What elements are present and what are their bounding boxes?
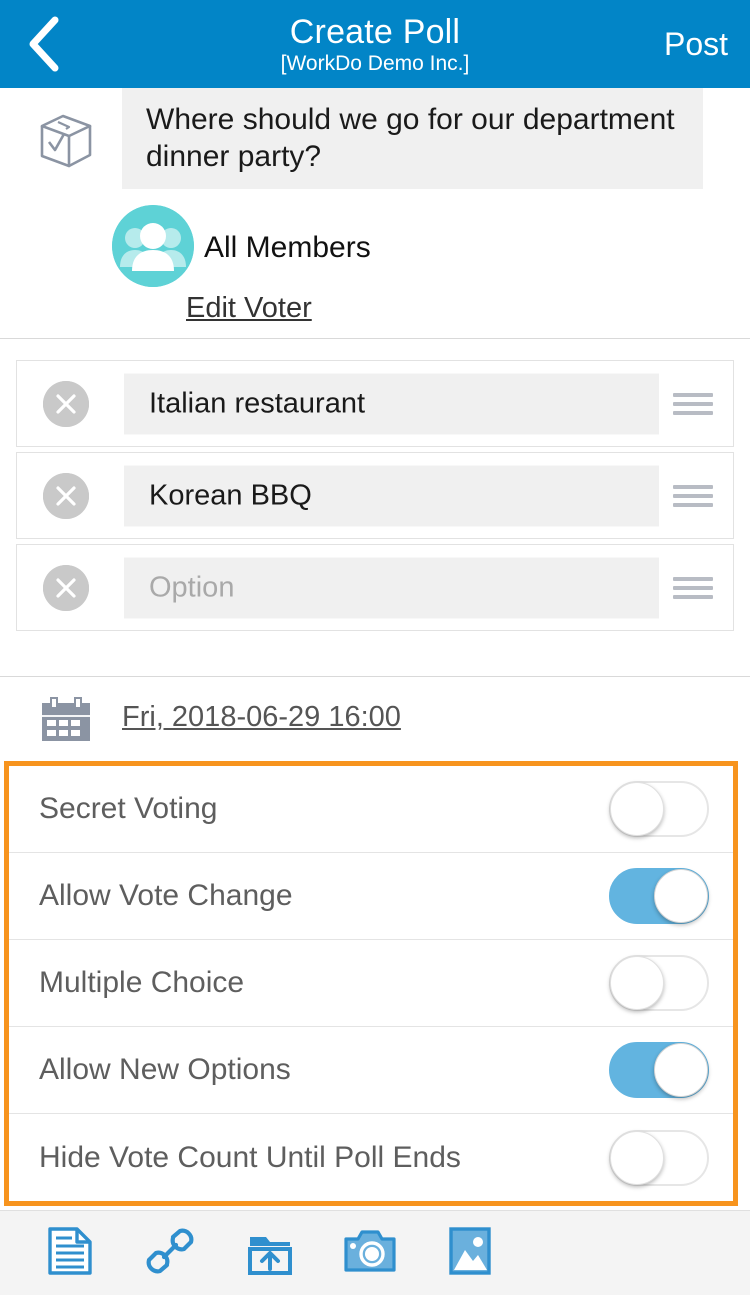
attach-camera-button[interactable] [320, 1211, 420, 1295]
toggle-knob [610, 782, 664, 836]
option-input-1[interactable] [124, 373, 659, 434]
attach-link-button[interactable] [120, 1211, 220, 1295]
poll-options-list [0, 360, 750, 636]
setting-row-allow-new-options[interactable]: Allow New Options [9, 1027, 733, 1114]
calendar-icon [40, 695, 92, 747]
toggle-multiple-choice[interactable] [609, 955, 709, 1011]
poll-deadline-section: Fri, 2018-06-29 16:00 [0, 685, 750, 757]
toggle-knob [610, 1130, 664, 1185]
setting-label: Multiple Choice [39, 966, 245, 999]
attach-document-button[interactable] [20, 1211, 120, 1295]
ballot-box-icon [33, 108, 99, 174]
drag-handle-icon[interactable] [673, 484, 713, 507]
toggle-allow-new-options[interactable] [609, 1042, 709, 1098]
toggle-hide-vote-count[interactable] [609, 1129, 709, 1186]
attachment-toolbar [0, 1210, 750, 1295]
chevron-left-icon [27, 16, 61, 72]
setting-label: Hide Vote Count Until Poll Ends [39, 1140, 461, 1174]
poll-question-section: Where should we go for our department di… [0, 88, 750, 196]
setting-label: Secret Voting [39, 792, 218, 825]
post-button[interactable]: Post [664, 0, 728, 88]
toggle-knob [610, 956, 664, 1010]
link-icon [146, 1227, 194, 1280]
table-row [16, 360, 734, 447]
setting-label: Allow Vote Change [39, 879, 293, 912]
camera-icon [344, 1229, 396, 1278]
drag-handle-icon[interactable] [673, 576, 713, 599]
close-circle-icon[interactable] [43, 472, 89, 519]
toggle-knob [654, 1043, 708, 1097]
toggle-knob [654, 869, 708, 923]
group-members-avatar-icon[interactable] [112, 205, 194, 287]
create-poll-screen: Create Poll [WorkDo Demo Inc.] Post Wher… [0, 0, 750, 1295]
attach-upload-button[interactable] [220, 1211, 320, 1295]
app-header: Create Poll [WorkDo Demo Inc.] Post [0, 0, 750, 88]
page-subtitle: [WorkDo Demo Inc.] [280, 51, 470, 75]
table-row [16, 452, 734, 539]
option-input-2[interactable] [124, 465, 659, 526]
document-icon [47, 1226, 93, 1280]
toggle-allow-vote-change[interactable] [609, 868, 709, 924]
poll-question-field[interactable]: Where should we go for our department di… [122, 88, 703, 189]
edit-voter-link[interactable]: Edit Voter [186, 292, 312, 325]
voter-section: All Members [0, 205, 750, 287]
setting-row-multiple-choice[interactable]: Multiple Choice [9, 940, 733, 1027]
voter-divider [0, 338, 750, 339]
header-title-group: Create Poll [WorkDo Demo Inc.] [281, 15, 470, 74]
option-input-3[interactable] [124, 557, 659, 618]
upload-folder-icon [246, 1227, 294, 1280]
close-circle-icon[interactable] [43, 380, 89, 427]
poll-settings-panel: Secret Voting Allow Vote Change Multiple… [4, 761, 738, 1206]
poll-question-text: Where should we go for our department di… [146, 103, 675, 173]
setting-row-hide-vote-count[interactable]: Hide Vote Count Until Poll Ends [9, 1114, 733, 1201]
setting-label: Allow New Options [39, 1053, 291, 1086]
drag-handle-icon[interactable] [673, 392, 713, 415]
page-title: Create Poll [289, 12, 461, 51]
options-divider [0, 676, 750, 677]
image-icon [449, 1226, 491, 1280]
back-button[interactable] [14, 0, 74, 88]
close-circle-icon[interactable] [43, 564, 89, 611]
toggle-secret-voting[interactable] [609, 781, 709, 837]
setting-row-allow-vote-change[interactable]: Allow Vote Change [9, 853, 733, 940]
table-row [16, 544, 734, 631]
voter-label: All Members [204, 231, 371, 264]
poll-deadline-text[interactable]: Fri, 2018-06-29 16:00 [122, 701, 401, 734]
attach-image-button[interactable] [420, 1211, 520, 1295]
setting-row-secret-voting[interactable]: Secret Voting [9, 766, 733, 853]
